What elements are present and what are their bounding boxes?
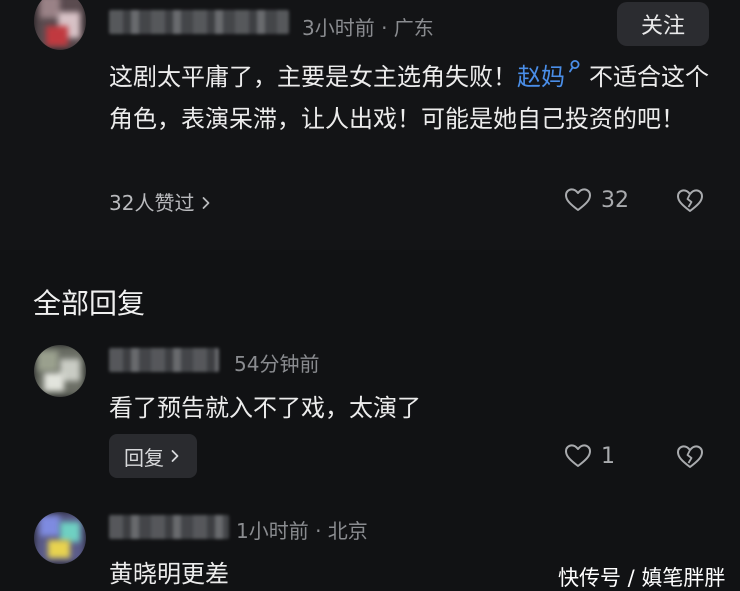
heart-icon xyxy=(565,444,591,467)
mention-link[interactable]: 赵妈 xyxy=(517,63,565,91)
likers-link[interactable]: 32人赞过 xyxy=(109,187,214,216)
like-count: 1 xyxy=(601,443,615,469)
avatar[interactable] xyxy=(34,0,86,50)
comment-body: 这剧太平庸了，主要是女主选角失败！赵妈 不适合这个角色，表演呆滞，让人出戏！可能是… xyxy=(109,56,709,140)
likers-label: 32人赞过 xyxy=(109,191,195,215)
like-button[interactable]: 32 xyxy=(564,187,629,213)
section-title: 全部回复 xyxy=(33,287,146,320)
avatar[interactable] xyxy=(34,512,86,564)
reply-body: 看了预告就入不了戏，太演了 xyxy=(109,394,421,422)
chevron-right-icon xyxy=(171,450,179,462)
username-blurred[interactable] xyxy=(109,10,289,34)
reply-button[interactable]: 回复 xyxy=(109,434,197,478)
heart-icon xyxy=(565,188,591,211)
top-comment: 3小时前 · 广东 关注 这剧太平庸了，主要是女主选角失败！赵妈 不适合这个角色，… xyxy=(0,0,740,250)
comment-thread-page: 3小时前 · 广东 关注 这剧太平庸了，主要是女主选角失败！赵妈 不适合这个角色，… xyxy=(0,0,740,591)
search-small-icon xyxy=(569,60,580,73)
comment-meta: 3小时前 · 广东 xyxy=(302,16,434,40)
like-count: 32 xyxy=(601,187,629,213)
reply-button-label: 回复 xyxy=(124,445,164,470)
reply-meta: 54分钟前 xyxy=(234,352,320,376)
reply-meta: 1小时前 · 北京 xyxy=(236,519,368,543)
follow-button[interactable]: 关注 xyxy=(617,2,709,46)
broken-heart-icon[interactable] xyxy=(676,444,704,470)
like-button[interactable]: 1 xyxy=(564,443,615,469)
comment-text-before: 这剧太平庸了，主要是女主选角失败！ xyxy=(109,63,517,91)
avatar[interactable] xyxy=(34,345,86,397)
reply-body: 黄晓明更差 xyxy=(109,560,229,588)
username-blurred[interactable] xyxy=(109,515,229,539)
broken-heart-icon[interactable] xyxy=(676,188,704,214)
username-blurred[interactable] xyxy=(109,348,219,372)
watermark: 快传号 / 嫃笔胖胖 xyxy=(558,566,726,590)
chevron-right-icon xyxy=(203,197,210,209)
